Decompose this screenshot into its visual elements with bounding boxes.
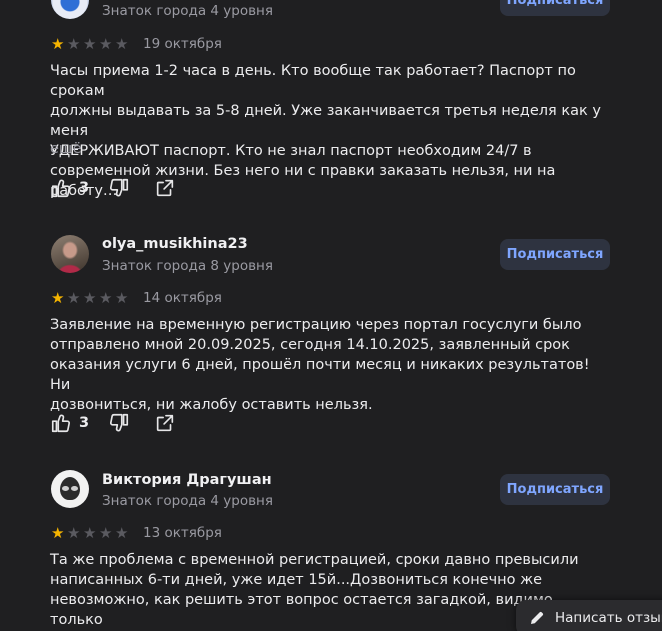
like-count: 3 — [79, 415, 90, 431]
star-icon: ★ — [83, 289, 97, 307]
review-date: 13 октября — [143, 525, 222, 541]
user-level: Знаток города 4 уровня — [102, 493, 274, 509]
star-icon: ★ — [115, 289, 129, 307]
share-button[interactable] — [154, 411, 176, 435]
reviews-page: Знаток города 4 уровня Подписаться ★ ★ ★… — [0, 0, 662, 631]
review-date: 14 октября — [143, 290, 222, 306]
subscribe-button[interactable]: Подписаться — [500, 474, 610, 505]
star-icon: ★ — [99, 35, 113, 53]
pencil-icon — [531, 611, 544, 624]
username[interactable]: olya_musikhina23 — [102, 236, 248, 252]
star-icon: ★ — [83, 35, 97, 53]
write-review-button[interactable]: Написать отзыв — [516, 600, 662, 631]
star-icon: ★ — [51, 524, 65, 542]
subscribe-button[interactable]: Подписаться — [500, 0, 610, 16]
star-icon: ★ — [67, 524, 81, 542]
avatar[interactable] — [51, 470, 89, 508]
review-text: Часы приема 1-2 часа в день. Кто вообще … — [50, 63, 601, 199]
user-level: Знаток города 8 уровня — [102, 258, 274, 274]
subscribe-button[interactable]: Подписаться — [500, 239, 610, 270]
alien-icon — [60, 477, 80, 500]
star-icon: ★ — [115, 524, 129, 542]
share-icon — [156, 414, 174, 432]
share-button[interactable] — [154, 176, 176, 200]
star-icon: ★ — [67, 289, 81, 307]
like-count: 3 — [79, 180, 90, 196]
share-icon — [156, 179, 174, 197]
review-date: 19 октября — [143, 36, 222, 52]
dislike-button[interactable] — [108, 411, 130, 435]
avatar[interactable] — [51, 235, 89, 273]
star-icon: ★ — [67, 35, 81, 53]
star-icon: ★ — [99, 524, 113, 542]
star-icon: ★ — [115, 35, 129, 53]
star-icon: ★ — [99, 289, 113, 307]
write-review-label: Написать отзыв — [555, 610, 662, 626]
read-more-link[interactable]: ещё — [50, 141, 82, 157]
thumbs-up-icon — [51, 179, 70, 198]
review-text: Заявление на временную регистрацию через… — [50, 317, 590, 413]
like-button[interactable]: 3 — [50, 176, 89, 200]
star-icon: ★ — [51, 35, 65, 53]
like-button[interactable]: 3 — [50, 411, 89, 435]
star-icon: ★ — [51, 289, 65, 307]
user-level: Знаток города 4 уровня — [102, 3, 274, 19]
thumbs-down-icon — [110, 413, 129, 432]
thumbs-up-icon — [51, 414, 70, 433]
dislike-button[interactable] — [108, 176, 130, 200]
avatar[interactable] — [51, 0, 89, 19]
star-icon: ★ — [83, 524, 97, 542]
username[interactable]: Виктория Драгушан — [102, 472, 272, 488]
thumbs-down-icon — [110, 178, 129, 197]
